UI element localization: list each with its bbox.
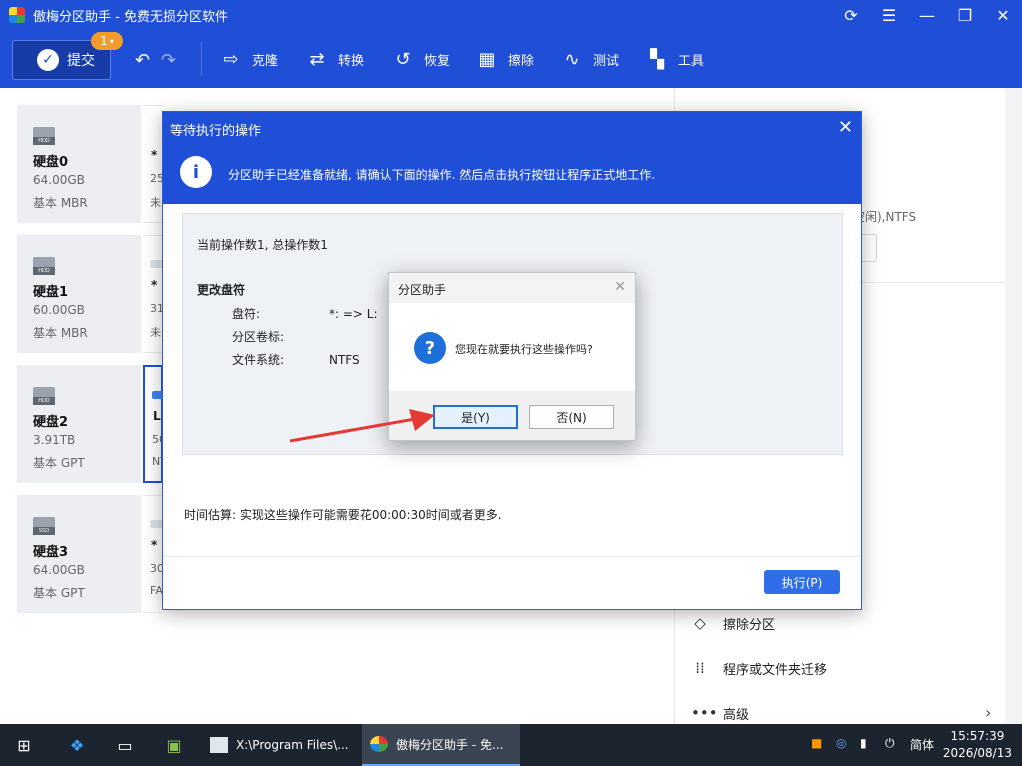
disk-card-3[interactable]: SSD 硬盘3 64.00GB 基本 GPT (17, 495, 141, 613)
wipe-icon: ▦ (478, 48, 496, 70)
question-icon: ? (414, 332, 446, 364)
disk-card-0[interactable]: HDD 硬盘0 64.00GB 基本 MBR (17, 105, 141, 223)
yes-button[interactable]: 是(Y) (433, 405, 518, 429)
pending-count-badge[interactable]: 1 ▾ (91, 32, 123, 50)
refresh-icon[interactable]: ⟳ (832, 0, 870, 30)
op-app-migration[interactable]: ⁞⁞ 程序或文件夹迁移 (691, 656, 827, 680)
volume-icon[interactable]: ▮ (860, 736, 867, 750)
recover-icon: ↺ (395, 48, 411, 70)
info-icon: i (180, 156, 212, 188)
operation-detail-row: 盘符: *: => L: (232, 307, 378, 321)
time-estimate: 时间估算: 实现这些操作可能需要花00:00:30时间或者更多. (184, 508, 502, 522)
check-icon: ✓ (37, 49, 59, 71)
confirm-header: 分区助手 ✕ (389, 273, 635, 303)
operation-count: 当前操作数1, 总操作数1 (197, 238, 328, 252)
clone-icon: ⇨ (223, 48, 239, 70)
taskbar-explorer[interactable]: X:\Program Files\... (202, 724, 356, 766)
clock[interactable]: 15:57:39 2026/08/13 (943, 728, 1012, 762)
operation-detail-row: 文件系统: NTFS (232, 353, 360, 367)
confirm-title: 分区助手 (398, 283, 447, 297)
terminal-icon[interactable]: ▭ (113, 733, 137, 757)
tool-wipe[interactable]: ▦ 擦除 (475, 44, 534, 74)
hdd-icon: HDD (33, 257, 55, 275)
annotation-arrow-icon (289, 409, 435, 443)
hdd-icon: HDD (33, 127, 55, 145)
usb-icon[interactable]: ⏻ (885, 736, 895, 751)
tools-grid-icon: ▚ (650, 48, 664, 70)
maximize-button[interactable]: ❐ (946, 0, 984, 30)
scrollbar[interactable] (1005, 88, 1022, 724)
app-logo-icon (9, 7, 25, 23)
tool-test[interactable]: ∿ 测试 (560, 44, 619, 74)
ime-indicator[interactable]: 简体 (910, 736, 934, 753)
hdd-icon: HDD (33, 387, 55, 405)
disk-card-2[interactable]: HDD 硬盘2 3.91TB 基本 GPT (17, 365, 141, 483)
more-icon: ••• (691, 704, 718, 722)
disk-card-1[interactable]: HDD 硬盘1 60.00GB 基本 MBR (17, 235, 141, 353)
menu-icon[interactable]: ☰ (870, 0, 908, 30)
chevron-right-icon[interactable]: › (985, 703, 991, 722)
test-icon: ∿ (564, 48, 580, 70)
no-button[interactable]: 否(N) (529, 405, 614, 429)
partition-card[interactable]: * 25 未 (143, 105, 164, 223)
eraser-icon: ◇ (694, 614, 706, 632)
color-tray-icon[interactable]: ■ (811, 736, 822, 750)
network-icon[interactable]: ◎ (836, 736, 846, 750)
system-tool-icon[interactable]: ▣ (162, 733, 186, 757)
toolbar: ✓ 提交 1 ▾ ↶ ↷ ⇨ 克隆 ⇄ 转换 ↺ 恢复 ▦ 擦除 ∿ 测试 ▚ 工… (0, 30, 1022, 88)
tool-clone[interactable]: ⇨ 克隆 (219, 44, 278, 74)
close-icon[interactable]: ✕ (838, 117, 853, 138)
op-advanced[interactable]: ••• 高级 (691, 701, 749, 725)
taskbar-partition-assistant[interactable]: 傲梅分区助手 - 免... (362, 724, 520, 766)
app-icon[interactable]: ❖ (65, 733, 89, 757)
partition-fs-info: 空闲),NTFS (853, 210, 917, 224)
toolbar-divider (201, 42, 202, 76)
tool-tools[interactable]: ▚ 工具 (645, 44, 704, 74)
op-wipe-partition[interactable]: ◇ 擦除分区 (691, 611, 775, 635)
title-bar: 傲梅分区助手 - 免费无损分区软件 ⟳ ☰ — ❐ ✕ (0, 0, 1022, 30)
window-icon (210, 737, 228, 753)
undo-icon[interactable]: ↶ (135, 50, 150, 71)
convert-icon: ⇄ (309, 48, 325, 70)
operation-detail-row: 分区卷标: (232, 330, 285, 344)
operation-title: 更改盘符 (197, 283, 246, 297)
minimize-button[interactable]: — (908, 0, 946, 30)
taskbar: ⊞ ❖ ▭ ▣ X:\Program Files\... 傲梅分区助手 - 免.… (0, 724, 1022, 766)
submit-label: 提交 (67, 53, 95, 69)
execute-button[interactable]: 执行(P) (764, 570, 840, 594)
dialog-title: 等待执行的操作 (170, 124, 262, 139)
dialog-header: 等待执行的操作 ✕ i 分区助手已经准备就绪, 请确认下面的操作. 然后点击执行… (163, 112, 861, 204)
ssd-icon: SSD (33, 517, 55, 535)
tool-recover[interactable]: ↺ 恢复 (391, 44, 450, 74)
partition-card-selected[interactable]: L 50 NT (143, 365, 167, 483)
partition-card[interactable]: * 31 未 (143, 235, 164, 353)
redo-icon[interactable]: ↷ (161, 50, 176, 71)
migrate-icon: ⁞⁞ (695, 659, 705, 677)
dialog-message: 分区助手已经准备就绪, 请确认下面的操作. 然后点击执行按钮让程序正式地工作. (228, 168, 656, 182)
app-logo-icon (370, 736, 388, 752)
partition-card[interactable]: * 30 FA (143, 495, 164, 613)
tool-convert[interactable]: ⇄ 转换 (305, 44, 364, 74)
close-icon[interactable]: ✕ (614, 279, 626, 295)
dialog-divider (163, 556, 861, 557)
window-title: 傲梅分区助手 - 免费无损分区软件 (33, 9, 228, 25)
start-icon[interactable]: ⊞ (12, 733, 36, 757)
close-button[interactable]: ✕ (984, 0, 1022, 30)
confirm-message: 您现在就要执行这些操作吗? (455, 343, 593, 356)
